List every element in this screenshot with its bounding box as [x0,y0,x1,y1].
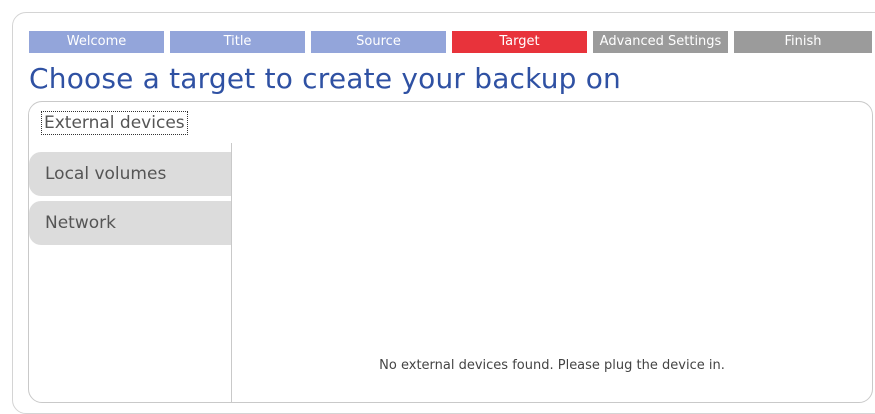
step-finish[interactable]: Finish [734,31,872,53]
step-advanced-settings[interactable]: Advanced Settings [593,31,728,53]
tab-network[interactable]: Network [29,201,231,245]
page-title: Choose a target to create your backup on [29,62,621,95]
tab-local-volumes[interactable]: Local volumes [29,152,231,196]
empty-state-message: No external devices found. Please plug t… [379,358,725,373]
step-source[interactable]: Source [311,31,446,53]
step-welcome[interactable]: Welcome [29,31,164,53]
step-target[interactable]: Target [452,31,587,53]
step-title[interactable]: Title [170,31,305,53]
tab-external-devices-label: External devices [41,111,188,135]
tab-network-label: Network [45,213,116,233]
tab-local-volumes-label: Local volumes [45,164,167,184]
tab-external-devices[interactable]: External devices [29,103,230,143]
